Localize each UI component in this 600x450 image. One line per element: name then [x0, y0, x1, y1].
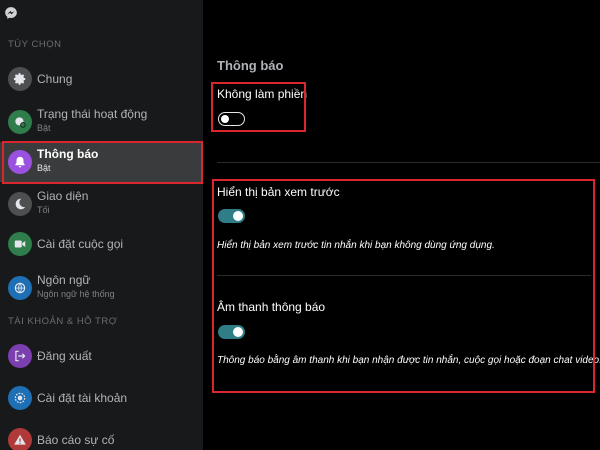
do-not-disturb-toggle[interactable]: [218, 112, 245, 126]
notification-sound-label: Âm thanh thông báo: [217, 300, 326, 314]
sidebar-item-label: Cài đặt tài khoản: [37, 391, 128, 405]
page-title: Thông báo: [217, 58, 284, 73]
section-label-account-support: TÀI KHOẢN & HỖ TRỢ: [8, 316, 118, 327]
sidebar-item-status: Tối: [37, 205, 50, 215]
sidebar-item-label: Giao diện: [37, 189, 89, 203]
sidebar-item-call-settings[interactable]: Cài đặt cuộc gọi: [0, 224, 203, 264]
gear-icon: [8, 67, 32, 91]
bell-icon: [8, 150, 32, 174]
sidebar-item-status: Bật: [37, 163, 51, 173]
sidebar-item-notifications[interactable]: Thông báo Bật: [0, 142, 203, 182]
account-settings-icon: [8, 386, 32, 410]
message-preview-label: Hiển thị bản xem trước: [217, 185, 340, 199]
section-divider: [217, 275, 591, 276]
section-divider: [217, 162, 600, 163]
notification-sound-toggle[interactable]: [218, 325, 245, 339]
sidebar-item-status: Bật: [37, 123, 51, 133]
sidebar-item-label: Báo cáo sự cố: [37, 433, 115, 447]
sidebar-item-label: Đăng xuất: [37, 349, 92, 363]
sidebar-item-label: Thông báo: [37, 147, 99, 161]
toggle-knob: [233, 211, 243, 221]
moon-icon: [8, 192, 32, 216]
sidebar-item-status: Ngôn ngữ hệ thống: [37, 289, 115, 299]
toggle-knob: [233, 327, 243, 337]
sidebar-item-label: Chung: [37, 72, 73, 86]
warning-icon: [8, 428, 32, 450]
toggle-knob: [221, 114, 229, 123]
section-label-options: TÙY CHỌN: [8, 39, 62, 50]
message-preview-toggle[interactable]: [218, 209, 245, 223]
globe-icon: [8, 276, 32, 300]
sidebar: TÙY CHỌN Chung Trạng thái hoạt động Bật …: [0, 0, 203, 450]
sidebar-item-label: Trạng thái hoạt động: [37, 107, 148, 121]
video-camera-icon: [8, 232, 32, 256]
main-panel: Thông báo Không làm phiền Hiển thị bản x…: [203, 0, 600, 450]
sidebar-item-report-problem[interactable]: Báo cáo sự cố: [0, 420, 203, 450]
logout-icon: [8, 344, 32, 368]
message-preview-description: Hiển thị bản xem trước tin nhắn khi bạn …: [217, 240, 495, 251]
messenger-logo-icon[interactable]: [4, 6, 18, 20]
sidebar-item-label: Cài đặt cuộc gọi: [37, 237, 124, 251]
sidebar-item-language[interactable]: Ngôn ngữ Ngôn ngữ hệ thống: [0, 268, 203, 308]
sidebar-item-label: Ngôn ngữ: [37, 273, 91, 287]
notification-sound-description: Thông báo bằng âm thanh khi bạn nhận đượ…: [217, 355, 600, 366]
sidebar-item-logout[interactable]: Đăng xuất: [0, 336, 203, 376]
sidebar-item-activity-status[interactable]: Trạng thái hoạt động Bật: [0, 102, 203, 142]
sidebar-item-account-settings[interactable]: Cài đặt tài khoản: [0, 378, 203, 418]
do-not-disturb-label: Không làm phiền: [217, 87, 308, 101]
activity-status-icon: [8, 110, 32, 134]
sidebar-item-general[interactable]: Chung: [0, 59, 203, 99]
sidebar-item-appearance[interactable]: Giao diện Tối: [0, 184, 203, 224]
